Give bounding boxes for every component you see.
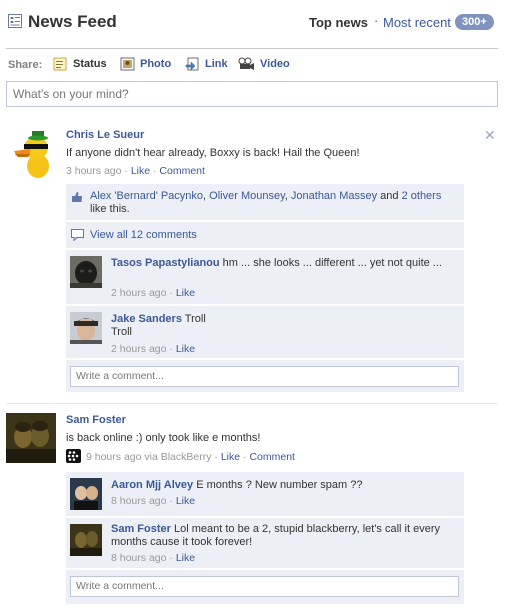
comment-like-link[interactable]: Like xyxy=(176,495,195,507)
comment-text-line2: months cause it took forever! xyxy=(111,536,253,548)
comment-timestamp[interactable]: 2 hours ago xyxy=(111,343,166,355)
write-comment-input[interactable]: Write a comment... xyxy=(70,366,459,387)
comment-timestamp[interactable]: 8 hours ago xyxy=(111,552,166,564)
other-likers-link[interactable]: 2 others xyxy=(402,190,442,202)
meta-separator: · xyxy=(214,451,218,463)
comment-like-link[interactable]: Like xyxy=(176,287,195,299)
share-label: Share: xyxy=(8,59,43,71)
meta-separator: · xyxy=(243,451,247,463)
comment-body: Sam Foster Lol meant to be a 2, stupid b… xyxy=(111,523,440,536)
story-meta: 9 hours ago via BlackBerry · Like · Comm… xyxy=(86,451,295,463)
comment-item: Sam Foster Lol meant to be a 2, stupid b… xyxy=(66,518,464,568)
story-like-link[interactable]: Like xyxy=(131,165,150,177)
meta-separator: · xyxy=(169,552,173,564)
photo-icon xyxy=(120,57,135,71)
likes-suffix: like this. xyxy=(90,203,130,215)
story-meta: 3 hours ago · Like · Comment xyxy=(66,165,205,177)
meta-separator: · xyxy=(153,165,157,177)
comment-text: hm ... she looks ... different ... yet n… xyxy=(222,257,442,269)
share-link-label: Link xyxy=(205,58,228,70)
comment-author-link[interactable]: Aaron Mjj Alvey xyxy=(111,479,193,491)
story-author-link[interactable]: Chris Le Sueur xyxy=(66,129,144,141)
meta-separator: · xyxy=(169,495,173,507)
comment-body: Jake Sanders Troll xyxy=(111,313,206,326)
likes-sentence: Alex 'Bernard' Pacynko, Oliver Mounsey, … xyxy=(90,190,460,216)
comment-meta: 8 hours ago · Like xyxy=(111,495,195,507)
chris-le-sueur-avatar[interactable] xyxy=(10,128,58,180)
sam-foster-avatar[interactable] xyxy=(6,413,56,463)
comment-item: Tasos Papastylianou hm ... she looks ...… xyxy=(66,250,464,304)
likes-and: and xyxy=(377,190,402,202)
comment-text: E months ? New number spam ?? xyxy=(196,479,363,491)
blackberry-icon xyxy=(66,449,81,466)
story-comment-link[interactable]: Comment xyxy=(249,451,295,463)
comment-timestamp[interactable]: 2 hours ago xyxy=(111,287,166,299)
story-like-link[interactable]: Like xyxy=(221,451,240,463)
story-divider xyxy=(6,403,498,404)
comment-item: Aaron Mjj Alvey E months ? New number sp… xyxy=(66,472,464,516)
comment-timestamp[interactable]: 8 hours ago xyxy=(111,495,166,507)
comments-icon xyxy=(71,229,85,244)
comment-text: Troll xyxy=(184,313,206,325)
comment-author-link[interactable]: Sam Foster xyxy=(111,523,171,535)
liker-link[interactable]: Alex 'Bernard' Pacynko xyxy=(90,190,203,202)
share-link-button[interactable]: Link xyxy=(185,57,228,71)
page-title: News Feed xyxy=(28,12,117,31)
view-all-comments-link[interactable]: View all 12 comments xyxy=(90,229,197,241)
likes-row: Alex 'Bernard' Pacynko, Oliver Mounsey, … xyxy=(66,184,464,220)
commenter-avatar[interactable] xyxy=(70,256,102,288)
share-status-button[interactable]: Status xyxy=(53,57,107,71)
write-comment-row: Write a comment... xyxy=(66,570,464,604)
hide-story-close-icon[interactable]: ✕ xyxy=(484,127,496,144)
comment-like-link[interactable]: Like xyxy=(176,552,195,564)
thumbs-up-icon xyxy=(71,191,83,206)
status-composer-input[interactable]: What's on your mind? xyxy=(6,81,498,107)
meta-separator: · xyxy=(124,165,128,177)
comment-like-link[interactable]: Like xyxy=(176,343,195,355)
comment-body: Tasos Papastylianou hm ... she looks ...… xyxy=(111,257,456,270)
news-feed-icon xyxy=(8,14,22,28)
top-news-tab[interactable]: Top news xyxy=(309,15,368,30)
video-camera-icon xyxy=(238,57,255,71)
comment-body: Aaron Mjj Alvey E months ? New number sp… xyxy=(111,479,363,492)
comment-text-line2: Troll xyxy=(111,326,132,338)
meta-separator: · xyxy=(169,343,173,355)
share-photo-label: Photo xyxy=(140,58,172,70)
comment-item: Jake Sanders Troll Troll 2 hours ago · L… xyxy=(66,306,464,358)
most-recent-count-badge[interactable]: 300+ xyxy=(455,14,494,30)
view-all-comments-row[interactable]: View all 12 comments xyxy=(66,222,464,248)
tab-separator: · xyxy=(374,13,379,28)
commenter-avatar[interactable] xyxy=(70,312,102,344)
header-divider xyxy=(6,48,498,49)
liker-link[interactable]: Jonathan Massey xyxy=(291,190,377,202)
story-message: is back online :) only took like e month… xyxy=(66,432,261,444)
write-comment-row: Write a comment... xyxy=(66,360,464,392)
commenter-avatar[interactable] xyxy=(70,478,102,510)
story-timestamp[interactable]: 3 hours ago xyxy=(66,165,121,177)
share-status-label: Status xyxy=(73,58,107,70)
status-icon xyxy=(53,57,68,71)
most-recent-tab[interactable]: Most recent xyxy=(383,15,451,30)
comment-meta: 2 hours ago · Like xyxy=(111,343,195,355)
story-timestamp[interactable]: 9 hours ago via BlackBerry xyxy=(86,451,211,463)
story-author-link[interactable]: Sam Foster xyxy=(66,414,126,426)
comment-author-link[interactable]: Jake Sanders xyxy=(111,313,182,325)
comment-meta: 8 hours ago · Like xyxy=(111,552,195,564)
liker-link[interactable]: Oliver Mounsey xyxy=(209,190,285,202)
comment-meta: 2 hours ago · Like xyxy=(111,287,195,299)
commenter-avatar[interactable] xyxy=(70,524,102,556)
meta-separator: · xyxy=(169,287,173,299)
write-comment-input[interactable]: Write a comment... xyxy=(70,576,459,597)
comment-text: Lol meant to be a 2, stupid blackberry, … xyxy=(173,523,441,535)
story-message: If anyone didn't hear already, Boxxy is … xyxy=(66,147,360,159)
story-comment-link[interactable]: Comment xyxy=(159,165,205,177)
link-icon xyxy=(185,57,200,71)
comment-author-link[interactable]: Tasos Papastylianou xyxy=(111,257,220,269)
share-photo-button[interactable]: Photo xyxy=(120,57,171,71)
share-video-button[interactable]: Video xyxy=(238,57,290,71)
share-video-label: Video xyxy=(260,58,290,70)
